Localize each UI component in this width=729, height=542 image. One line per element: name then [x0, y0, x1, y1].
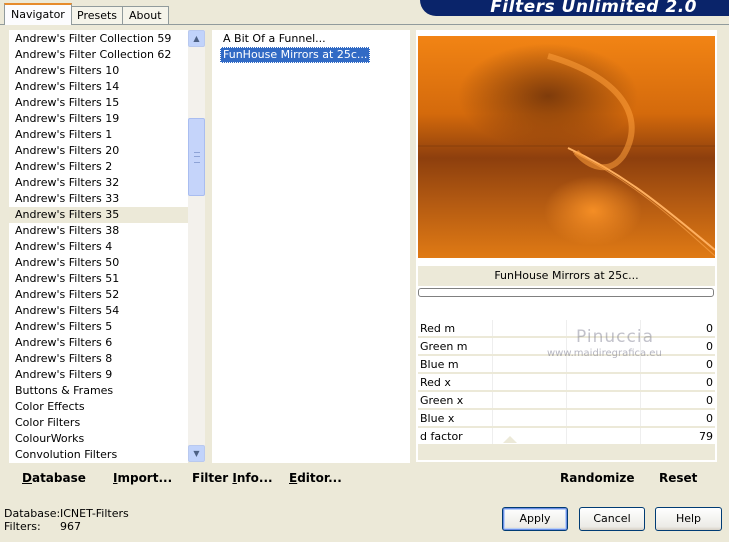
category-item[interactable]: Andrew's Filters 14 [9, 79, 188, 95]
param-row[interactable]: Blue x 0 [418, 410, 715, 427]
category-item[interactable]: Andrew's Filters 20 [9, 143, 188, 159]
category-item[interactable]: Andrew's Filters 32 [9, 175, 188, 191]
filters-count: 967 [60, 520, 81, 533]
category-item[interactable]: Andrew's Filters 4 [9, 239, 188, 255]
database-button[interactable]: Database [22, 471, 86, 485]
category-item[interactable]: Andrew's Filters 10 [9, 63, 188, 79]
watermark-name: Pinuccia [576, 327, 654, 347]
param-name: Red x [420, 376, 451, 389]
apply-button[interactable]: Apply [502, 507, 568, 531]
category-item[interactable]: Andrew's Filters 33 [9, 191, 188, 207]
help-button[interactable]: Help [655, 507, 722, 531]
category-list[interactable]: Andrew's Filter Collection 59 Andrew's Fi… [9, 30, 188, 463]
category-item[interactable]: ColourWorks [9, 431, 188, 447]
tab-navigator[interactable]: Navigator [4, 3, 72, 25]
filter-item[interactable]: A Bit Of a Funnel... [220, 31, 329, 47]
slider-tick [640, 428, 641, 444]
tab-label: Navigator [11, 8, 65, 21]
param-value: 0 [706, 394, 713, 407]
category-item[interactable]: Andrew's Filters 54 [9, 303, 188, 319]
category-item[interactable]: Buttons & Frames [9, 383, 188, 399]
category-item[interactable]: Andrew's Filter Collection 62 [9, 47, 188, 63]
param-value: 0 [706, 322, 713, 335]
filter-preview-image [418, 36, 715, 258]
slider-tick [566, 374, 567, 390]
slider-tick [492, 374, 493, 390]
slider-tick [640, 410, 641, 426]
param-value: 0 [706, 340, 713, 353]
param-row[interactable]: d factor 79 [418, 428, 715, 445]
category-item[interactable]: Andrew's Filters 9 [9, 367, 188, 383]
slider-tick [566, 320, 567, 336]
param-value: 79 [699, 430, 713, 443]
param-value: 0 [706, 412, 713, 425]
category-item[interactable]: Andrew's Filters 50 [9, 255, 188, 271]
param-name: Green x [420, 394, 464, 407]
slider-tick [492, 338, 493, 354]
database-value: ICNET-Filters [60, 507, 129, 520]
slider-tick [640, 374, 641, 390]
editor-button[interactable]: Editor... [289, 471, 342, 485]
slider-tick [492, 320, 493, 336]
scroll-up-icon[interactable]: ▲ [188, 30, 205, 47]
category-item[interactable]: Andrew's Filter Collection 59 [9, 31, 188, 47]
category-item[interactable]: Andrew's Filters 2 [9, 159, 188, 175]
filters-label: Filters: [4, 520, 41, 533]
param-name: d factor [420, 430, 463, 443]
category-item[interactable]: Andrew's Filters 19 [9, 111, 188, 127]
category-item[interactable]: Andrew's Filters 6 [9, 335, 188, 351]
param-value: 0 [706, 376, 713, 389]
filter-list[interactable]: A Bit Of a Funnel... FunHouse Mirrors at … [212, 30, 410, 463]
preview-caption: FunHouse Mirrors at 25c... [418, 266, 715, 286]
tab-label: About [129, 9, 162, 22]
database-label: Database: [4, 507, 61, 520]
tab-about[interactable]: About [122, 6, 169, 24]
slider-tick [492, 428, 493, 444]
grip-icon [194, 152, 200, 163]
category-item[interactable]: Andrew's Filters 35 [9, 207, 188, 223]
param-name: Blue m [420, 358, 459, 371]
parameter-list[interactable]: Red m 0 Green m 0 Blue m 0 Red x 0 Green x 0 Blue … [418, 320, 715, 460]
param-row[interactable]: Red x 0 [418, 374, 715, 391]
category-item[interactable]: Andrew's Filters 38 [9, 223, 188, 239]
filter-item[interactable]: FunHouse Mirrors at 25c... [220, 47, 371, 63]
category-item[interactable]: Andrew's Filters 8 [9, 351, 188, 367]
tab-label: Presets [77, 9, 118, 22]
slider-tick [492, 356, 493, 372]
slider-tick [640, 392, 641, 408]
slider-tick [492, 410, 493, 426]
param-name: Blue x [420, 412, 455, 425]
category-item[interactable]: Andrew's Filters 52 [9, 287, 188, 303]
slider-tick [566, 428, 567, 444]
import-button[interactable]: Import... [113, 471, 172, 485]
scrollbar-thumb[interactable] [188, 118, 205, 196]
slider-pointer-icon [503, 436, 517, 443]
randomize-button[interactable]: Randomize [560, 471, 634, 485]
param-value: 0 [706, 358, 713, 371]
param-name: Green m [420, 340, 468, 353]
param-row[interactable]: Red m 0 [418, 320, 715, 337]
cancel-button[interactable]: Cancel [579, 507, 645, 531]
category-item[interactable]: Andrew's Filters 5 [9, 319, 188, 335]
reset-button[interactable]: Reset [659, 471, 697, 485]
filter-info-button[interactable]: Filter Info... [192, 471, 273, 485]
category-item[interactable]: Andrew's Filters 15 [9, 95, 188, 111]
watermark-url: www.maidiregrafica.eu [547, 348, 662, 359]
param-row[interactable]: Green x 0 [418, 392, 715, 409]
slider-tick [566, 392, 567, 408]
scroll-down-icon[interactable]: ▼ [188, 445, 205, 462]
category-item[interactable]: Convolution Filters [9, 447, 188, 463]
app-banner: Filters Unlimited 2.0 [420, 0, 729, 16]
slider-tick [492, 392, 493, 408]
tab-presets[interactable]: Presets [70, 6, 125, 24]
progress-bar [418, 288, 714, 297]
category-scrollbar[interactable]: ▲ ▼ [188, 30, 205, 462]
category-item[interactable]: Andrew's Filters 51 [9, 271, 188, 287]
category-item[interactable]: Color Filters [9, 415, 188, 431]
category-item[interactable]: Andrew's Filters 1 [9, 127, 188, 143]
slider-tick [566, 410, 567, 426]
category-item[interactable]: Color Effects [9, 399, 188, 415]
param-name: Red m [420, 322, 456, 335]
